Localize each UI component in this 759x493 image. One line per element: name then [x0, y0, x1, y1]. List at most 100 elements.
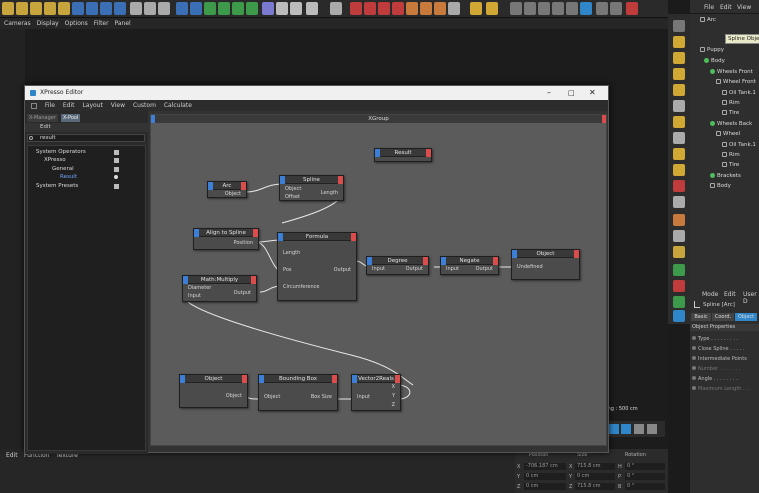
am-menu-mode[interactable]: Mode [702, 291, 718, 298]
node-arc[interactable]: Arc Object [207, 181, 247, 198]
port-box-size-out[interactable]: Box Size [311, 394, 332, 400]
tree-item-body[interactable]: Body [710, 183, 731, 189]
snap-icon[interactable] [470, 2, 482, 15]
port-circumference-in[interactable]: Circumference [283, 284, 319, 290]
pool-item-general[interactable]: General [52, 166, 74, 172]
am-menu-edit[interactable]: Edit [724, 291, 736, 298]
node-negate[interactable]: Negate Input Output [440, 256, 499, 275]
tree-item-rim[interactable]: Rim [722, 152, 740, 158]
scale-tool-icon[interactable] [30, 2, 42, 15]
tab-basic[interactable]: Basic [691, 313, 711, 321]
rotate-tool-icon[interactable] [44, 2, 56, 15]
tree-item-wheels-front[interactable]: Wheels Front [710, 69, 753, 75]
palette-tool-icon[interactable] [673, 132, 685, 144]
xmenu-custom[interactable]: Custom [133, 100, 156, 111]
window-titlebar[interactable]: XPresso Editor – □ ✕ [25, 86, 608, 100]
array-icon[interactable] [218, 2, 230, 15]
tab-edit[interactable]: Edit [6, 452, 18, 459]
palette-tool-icon[interactable] [673, 100, 685, 112]
node-vector2reals[interactable]: Vector2Reals Input X Y Z [351, 374, 401, 411]
om-menu-view[interactable]: View [737, 4, 751, 11]
port-position-out[interactable]: Position [234, 240, 253, 246]
xpresso-node-graph[interactable]: XGroup Result Arc Object Spline Object O… [150, 114, 607, 446]
palette-tool-icon[interactable] [673, 52, 685, 64]
port-input-in[interactable]: Input [372, 266, 385, 272]
palette-tool-icon[interactable] [673, 280, 685, 292]
tree-item-oil-tank[interactable]: Oil Tank.1 [722, 90, 756, 96]
maximize-icon[interactable]: □ [568, 86, 575, 100]
size-y-field[interactable]: 0 cm [575, 473, 615, 480]
palette-tool-icon[interactable] [673, 246, 685, 258]
tree-item-wheel-front[interactable]: Wheel Front [716, 79, 756, 85]
mask-icon[interactable] [552, 2, 564, 15]
position-y-field[interactable]: 0 cm [524, 473, 566, 480]
keyframe-icon[interactable] [647, 424, 657, 434]
palette-tool-icon[interactable] [673, 84, 685, 96]
palette-tool-icon[interactable] [673, 180, 685, 192]
node-result[interactable]: Result [374, 148, 432, 162]
node-object-target[interactable]: Object Undefined [511, 249, 580, 280]
node-align-to-spline[interactable]: Align to Spline Position [193, 228, 259, 250]
tab-object[interactable]: Object [735, 313, 757, 321]
pool-item-system-operators[interactable]: System Operators [36, 149, 86, 155]
play-icon[interactable] [634, 424, 644, 434]
tree-item-rim[interactable]: Rim [722, 100, 740, 106]
record-key-icon[interactable] [609, 424, 619, 434]
attr-close-spline[interactable]: Close Spline . . . . . [692, 346, 744, 352]
tree-item-body[interactable]: Body [704, 58, 725, 64]
menu-panel[interactable]: Panel [115, 18, 131, 29]
pool-item-system-presets[interactable]: System Presets [36, 183, 78, 189]
port-y-out[interactable]: Y [392, 393, 395, 399]
port-object-in[interactable]: Object [285, 186, 301, 192]
tab-coord[interactable]: Coord. [712, 313, 734, 321]
position-z-field[interactable]: 0 cm [524, 483, 566, 490]
tab-x-manager[interactable]: X-Manager [27, 114, 58, 122]
menu-cameras[interactable]: Cameras [4, 18, 31, 29]
menu-filter[interactable]: Filter [94, 18, 109, 29]
z-axis-lock-icon[interactable] [100, 2, 112, 15]
pool-item-xpresso[interactable]: XPresso [44, 157, 66, 163]
port-object-in[interactable]: Object [264, 394, 280, 400]
y-axis-lock-icon[interactable] [86, 2, 98, 15]
deformer-icon[interactable] [232, 2, 244, 15]
edges-mode-icon[interactable] [364, 2, 376, 15]
port-input-in[interactable]: Input [446, 266, 459, 272]
tree-item-brackets[interactable]: Brackets [710, 173, 741, 179]
psr-icon[interactable] [673, 20, 685, 32]
layout-icon[interactable] [580, 2, 592, 15]
sculpt-icon[interactable] [524, 2, 536, 15]
tab-x-pool[interactable]: X-Pool [61, 114, 81, 122]
x-axis-lock-icon[interactable] [72, 2, 84, 15]
port-length-out[interactable]: Length [321, 190, 338, 196]
port-output-out[interactable]: Output [406, 266, 423, 272]
coordinate-system-icon[interactable] [114, 2, 126, 15]
minimize-icon[interactable]: – [547, 86, 551, 100]
position-x-field[interactable]: -706.187 cm [524, 463, 566, 470]
palette-tool-icon[interactable] [673, 36, 685, 48]
port-pos-in[interactable]: Pos [283, 267, 292, 273]
port-x-out[interactable]: X [392, 384, 395, 390]
live-selection-icon[interactable] [58, 2, 70, 15]
tree-item-arc[interactable]: Arc [700, 17, 716, 23]
uv-mode-icon[interactable] [392, 2, 404, 15]
port-input-in[interactable]: Input [188, 293, 201, 299]
palette-tool-icon[interactable] [673, 310, 685, 322]
tree-item-oil-tank[interactable]: Oil Tank.1 [722, 142, 756, 148]
port-z-out[interactable]: Z [392, 402, 395, 408]
port-offset-in[interactable]: Offset [285, 194, 300, 200]
port-object-out[interactable]: Object [225, 191, 241, 197]
port-output-out[interactable]: Output [234, 290, 251, 296]
port-input-in[interactable]: Input [357, 394, 370, 400]
tree-item-puppy[interactable]: Puppy [700, 47, 724, 53]
port-object-out[interactable]: Object [226, 393, 242, 399]
xmenu-view[interactable]: View [111, 100, 125, 111]
port-length-in[interactable]: Length [283, 250, 300, 256]
om-menu-file[interactable]: File [704, 4, 714, 11]
workplane-icon[interactable] [420, 2, 432, 15]
texture-mode-icon[interactable] [406, 2, 418, 15]
make-editable-icon[interactable] [330, 2, 342, 15]
port-undefined-in[interactable]: Undefined [517, 264, 543, 270]
node-math-multiply[interactable]: Math:Multiply Diameter Input Output [182, 275, 257, 302]
menu-options[interactable]: Options [65, 18, 88, 29]
menu-display[interactable]: Display [37, 18, 59, 29]
